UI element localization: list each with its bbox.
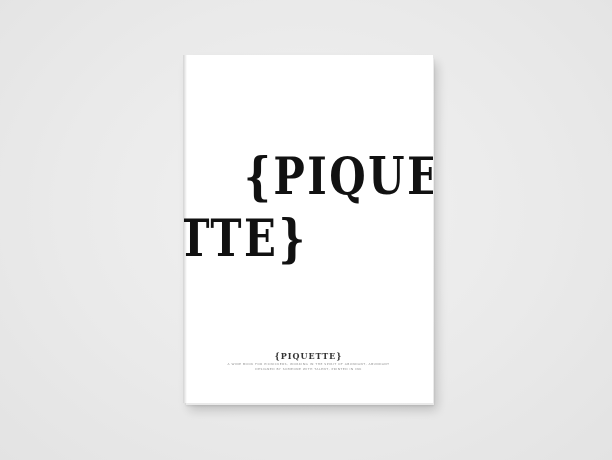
- book-cover: {PIQUETTE ETTE} {PIQUETTE} A WINE BOOK F…: [183, 55, 433, 403]
- cover-caption-line-2: DESIGNED BY SOMEONE WITH TALENT, PRINTED…: [255, 367, 362, 371]
- cover-title-line-2: ETTE}: [184, 209, 308, 269]
- cover-caption-line-1: A WINE BOOK FOR PICNICKERS, WORKING IN T…: [227, 362, 390, 366]
- cover-title-line-1: {PIQUETTE: [244, 147, 433, 207]
- cover-small-title: {PIQUETTE}: [274, 351, 343, 361]
